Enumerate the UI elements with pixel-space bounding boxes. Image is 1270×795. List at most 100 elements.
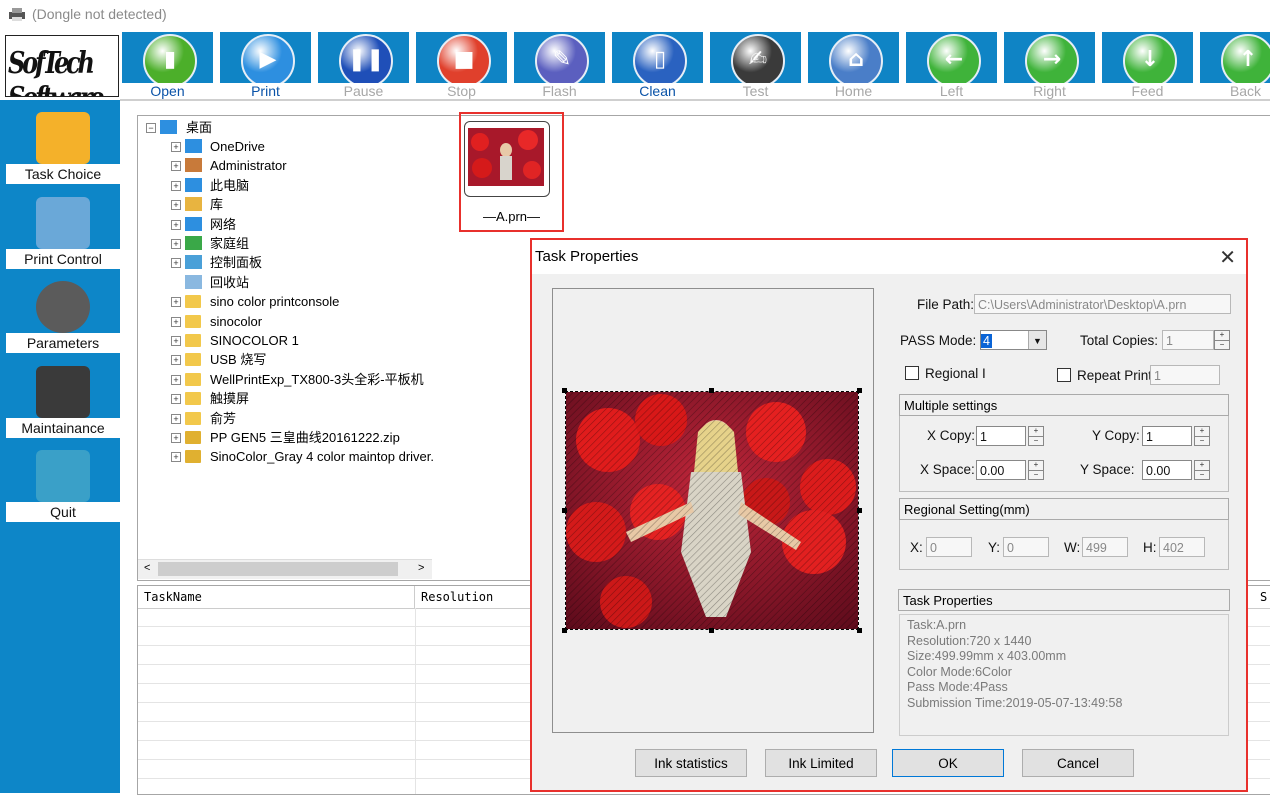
toolbar-open-button[interactable]: ▮ Open	[122, 32, 213, 100]
column-header-s[interactable]: S	[1254, 586, 1270, 609]
y-copy-spinner[interactable]: + −	[1194, 426, 1210, 446]
expand-icon[interactable]: +	[171, 355, 181, 366]
tree-item[interactable]: + SINOCOLOR 1	[138, 331, 434, 350]
scroll-left-icon[interactable]: <	[144, 562, 150, 574]
ok-button[interactable]: OK	[892, 749, 1004, 777]
expand-icon[interactable]: +	[171, 258, 181, 269]
expand-icon[interactable]: +	[171, 316, 181, 327]
toolbar-home-button[interactable]: ⌂ Home	[808, 32, 899, 100]
tree-item[interactable]: + WellPrintExp_TX800-3头全彩-平板机	[138, 370, 434, 389]
column-header-taskname[interactable]: TaskName	[138, 586, 415, 609]
toolbar-button-label: Stop	[416, 83, 507, 99]
expand-icon[interactable]: +	[171, 336, 181, 346]
expand-icon[interactable]: +	[171, 180, 181, 191]
close-icon[interactable]: ✕	[1219, 245, 1236, 270]
toolbar-pause-button[interactable]: ❚❚ Pause	[318, 32, 409, 100]
tree-item[interactable]: + SinoColor_Gray 4 color maintop driver.	[138, 447, 434, 466]
region-h-field[interactable]: 402	[1159, 537, 1205, 557]
tree-item[interactable]: + Administrator	[138, 156, 434, 175]
control-panel-icon	[185, 255, 202, 270]
y-space-spinner[interactable]: + −	[1194, 460, 1210, 480]
expand-icon[interactable]: +	[171, 413, 181, 424]
tree-item[interactable]: 回收站	[138, 273, 434, 292]
home-icon: ⌂	[829, 34, 883, 88]
play-icon: ▶	[241, 34, 295, 88]
y-copy-field[interactable]: 1	[1142, 426, 1192, 446]
tree-item[interactable]: + 此电脑	[138, 176, 434, 195]
x-space-label: X Space:	[920, 462, 975, 477]
sidebar-item-quit[interactable]: Quit	[6, 442, 120, 522]
sidebar-item-maintainance[interactable]: Maintainance	[6, 358, 120, 438]
chevron-down-icon[interactable]: ▼	[1028, 331, 1046, 349]
tree-horizontal-scrollbar[interactable]: < >	[138, 559, 432, 579]
preview-image[interactable]	[565, 391, 859, 630]
tree-item[interactable]: + 家庭组	[138, 234, 434, 253]
sidebar-item-label: Task Choice	[6, 164, 120, 184]
pass-mode-select[interactable]: 4 ▼	[980, 330, 1047, 350]
expand-icon[interactable]: +	[171, 433, 181, 443]
sidebar-item-print-control[interactable]: Print Control	[6, 189, 120, 269]
tree-item[interactable]: + sino color printconsole	[138, 292, 434, 311]
tree-item[interactable]: + OneDrive	[138, 137, 434, 156]
tree-item[interactable]: + USB 烧写	[138, 350, 434, 369]
stop-icon: ■	[437, 34, 491, 88]
x-copy-spinner[interactable]: + −	[1028, 426, 1044, 446]
total-copies-field[interactable]: 1	[1162, 330, 1214, 350]
folder-icon	[185, 334, 201, 347]
pass-mode-label: PASS Mode:	[900, 333, 977, 348]
collapse-icon[interactable]: −	[146, 123, 156, 133]
dialog-title-bar: Task Properties ✕	[532, 240, 1246, 274]
sidebar-item-label: Maintainance	[6, 417, 120, 438]
tree-item[interactable]: + 触摸屏	[138, 389, 434, 408]
expand-icon[interactable]: +	[171, 200, 181, 211]
toolbar-test-button[interactable]: ✍ Test	[710, 32, 801, 100]
folder-tree[interactable]: − 桌面 + OneDrive + Administrator + 此电脑 + 库 + 网络 + 家庭…	[137, 115, 435, 581]
ink-limited-button[interactable]: Ink Limited	[765, 749, 877, 777]
tree-item-label: Administrator	[210, 158, 287, 174]
expand-icon[interactable]: +	[171, 239, 181, 249]
file-path-label: File Path:	[917, 297, 975, 312]
toolbar-clean-button[interactable]: ▯ Clean	[612, 32, 703, 100]
scroll-thumb[interactable]	[158, 562, 398, 576]
toolbar-print-button[interactable]: ▶ Print	[220, 32, 311, 100]
expand-icon[interactable]: +	[171, 374, 181, 385]
x-space-spinner[interactable]: + −	[1028, 460, 1044, 480]
expand-icon[interactable]: +	[171, 297, 181, 308]
toolbar-stop-button[interactable]: ■ Stop	[416, 32, 507, 100]
toolbar-feed-button[interactable]: ↓ Feed	[1102, 32, 1193, 100]
expand-icon[interactable]: +	[171, 161, 181, 172]
ink-statistics-button[interactable]: Ink statistics	[635, 749, 747, 777]
x-space-field[interactable]: 0.00	[976, 460, 1026, 480]
region-x-field[interactable]: 0	[926, 537, 972, 557]
region-w-field[interactable]: 499	[1082, 537, 1128, 557]
expand-icon[interactable]: +	[171, 219, 181, 230]
file-item[interactable]: —A.prn—	[459, 112, 564, 232]
toolbar-left-button[interactable]: ← Left	[906, 32, 997, 100]
file-path-field[interactable]: C:\Users\Administrator\Desktop\A.prn	[974, 294, 1231, 314]
total-copies-label: Total Copies:	[1080, 333, 1159, 348]
expand-icon[interactable]: +	[171, 142, 181, 152]
tree-item[interactable]: + 俞芳	[138, 409, 434, 428]
x-copy-field[interactable]: 1	[976, 426, 1026, 446]
tree-item[interactable]: + sinocolor	[138, 312, 434, 331]
repeat-print-checkbox[interactable]	[1057, 368, 1071, 382]
scroll-right-icon[interactable]: >	[418, 562, 424, 574]
total-copies-spinner[interactable]: + −	[1214, 330, 1230, 350]
toolbar-button-label: Home	[808, 83, 899, 99]
tree-item[interactable]: + PP GEN5 三皇曲线20161222.zip	[138, 428, 434, 447]
expand-icon[interactable]: +	[171, 452, 181, 463]
tree-item[interactable]: + 库	[138, 195, 434, 214]
y-space-field[interactable]: 0.00	[1142, 460, 1192, 480]
toolbar-back-button[interactable]: ↑ Back	[1200, 32, 1270, 100]
toolbar-flash-button[interactable]: ✎ Flash	[514, 32, 605, 100]
cancel-button[interactable]: Cancel	[1022, 749, 1134, 777]
repeat-print-field[interactable]: 1	[1150, 365, 1220, 385]
tree-item[interactable]: + 网络	[138, 215, 434, 234]
regional-checkbox[interactable]	[905, 366, 919, 380]
toolbar-right-button[interactable]: → Right	[1004, 32, 1095, 100]
tree-item[interactable]: + 控制面板	[138, 253, 434, 272]
sidebar-item-task-choice[interactable]: Task Choice	[6, 104, 120, 184]
region-y-field[interactable]: 0	[1003, 537, 1049, 557]
sidebar-item-parameters[interactable]: Parameters	[6, 273, 120, 353]
expand-icon[interactable]: +	[171, 394, 181, 405]
